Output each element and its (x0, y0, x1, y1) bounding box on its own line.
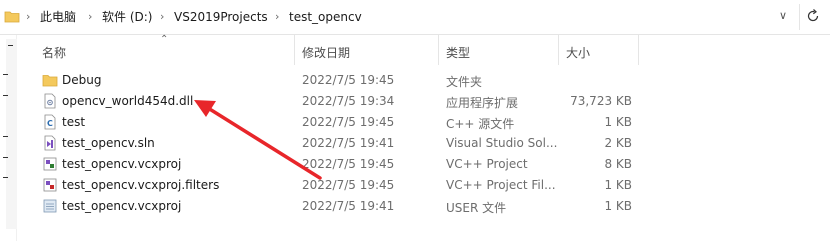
folder-icon (4, 8, 20, 27)
navigation-pane[interactable] (0, 35, 17, 241)
file-date: 2022/7/5 19:45 (302, 157, 395, 171)
file-row[interactable]: test_opencv.vcxproj.filters 2022/7/5 19:… (34, 175, 674, 196)
file-date: 2022/7/5 19:34 (302, 94, 395, 108)
breadcrumb-item-vs2019projects[interactable]: VS2019Projects (174, 9, 268, 25)
file-size: 8 KB (604, 157, 632, 171)
file-date: 2022/7/5 19:41 (302, 136, 395, 150)
column-header-name[interactable]: 名称 (42, 44, 66, 61)
file-row[interactable]: Debug 2022/7/5 19:45 文件夹 (34, 70, 674, 91)
file-row[interactable]: test_opencv.sln 2022/7/5 19:41 Visual St… (34, 133, 674, 154)
file-row[interactable]: opencv_world454d.dll 2022/7/5 19:34 应用程序… (34, 91, 674, 112)
file-row[interactable]: C test 2022/7/5 19:45 C++ 源文件 1 KB (34, 112, 674, 133)
file-row[interactable]: test_opencv.vcxproj 2022/7/5 19:41 USER … (34, 196, 674, 217)
breadcrumb-item-test-opencv[interactable]: test_opencv (289, 9, 362, 25)
svg-text:C: C (47, 119, 53, 128)
sln-file-icon (42, 135, 58, 151)
file-type: VC++ Project Fil... (446, 178, 556, 192)
nav-item-marker (3, 74, 8, 75)
vcxproj-file-icon (42, 156, 58, 172)
filters-file-icon (42, 177, 58, 193)
breadcrumb-separator-icon: › (26, 10, 31, 23)
file-name: test (62, 115, 86, 129)
file-name: test_opencv.sln (62, 136, 155, 150)
breadcrumb-item-this-pc[interactable]: 此电脑 (40, 9, 76, 25)
column-divider[interactable] (294, 35, 295, 65)
dll-file-icon (42, 93, 58, 109)
file-name: test_opencv.vcxproj (62, 157, 182, 171)
file-size: 1 KB (604, 115, 632, 129)
file-type: 应用程序扩展 (446, 96, 519, 110)
file-type: C++ 源文件 (446, 117, 515, 131)
breadcrumb-item-drive-d[interactable]: 软件 (D:) (102, 9, 152, 25)
file-size: 73,723 KB (570, 94, 632, 108)
sort-ascending-icon: ⌃ (160, 34, 169, 45)
column-header-type[interactable]: 类型 (446, 44, 470, 61)
divider (799, 4, 800, 30)
navigation-scrollbar[interactable] (6, 39, 17, 229)
file-date: 2022/7/5 19:45 (302, 73, 395, 87)
file-size: 2 KB (604, 136, 632, 150)
cpp-file-icon: C (42, 114, 58, 130)
breadcrumb-separator-icon: › (275, 10, 280, 23)
file-row[interactable]: test_opencv.vcxproj 2022/7/5 19:45 VC++ … (34, 154, 674, 175)
column-header-size[interactable]: 大小 (566, 44, 590, 61)
folder-icon (42, 72, 58, 88)
column-header-date[interactable]: 修改日期 (302, 44, 350, 61)
file-type: VC++ Project (446, 157, 528, 171)
refresh-icon[interactable] (805, 7, 821, 28)
nav-item-marker (3, 136, 8, 137)
column-divider[interactable] (638, 35, 639, 65)
file-date: 2022/7/5 19:45 (302, 115, 395, 129)
nav-item-marker (3, 177, 8, 178)
vertical-scrollbar[interactable] (813, 35, 830, 241)
file-type: 文件夹 (446, 75, 483, 89)
file-type: USER 文件 (446, 201, 507, 215)
file-name: opencv_world454d.dll (62, 94, 194, 108)
file-date: 2022/7/5 19:41 (302, 199, 395, 213)
user-file-icon (42, 198, 58, 214)
column-divider[interactable] (438, 35, 439, 65)
breadcrumb-separator-icon: › (160, 10, 165, 23)
nav-item-marker (3, 95, 8, 96)
address-bar[interactable]: › 此电脑 › 软件 (D:) › VS2019Projects › test_… (0, 0, 830, 35)
file-size: 1 KB (604, 199, 632, 213)
column-divider[interactable] (558, 35, 559, 65)
column-header-row: ⌃ 名称 修改日期 类型 大小 (34, 34, 830, 65)
chevron-down-icon[interactable]: ∨ (779, 9, 787, 22)
file-date: 2022/7/5 19:45 (302, 178, 395, 192)
file-type: Visual Studio Sol... (446, 136, 558, 150)
file-name: test_opencv.vcxproj.filters (62, 178, 220, 192)
file-size: 1 KB (604, 178, 632, 192)
file-name: Debug (62, 73, 102, 87)
file-name: test_opencv.vcxproj (62, 199, 182, 213)
breadcrumb-separator-icon: › (88, 10, 93, 23)
nav-item-marker (3, 157, 8, 158)
scroll-up-icon[interactable] (8, 45, 13, 46)
